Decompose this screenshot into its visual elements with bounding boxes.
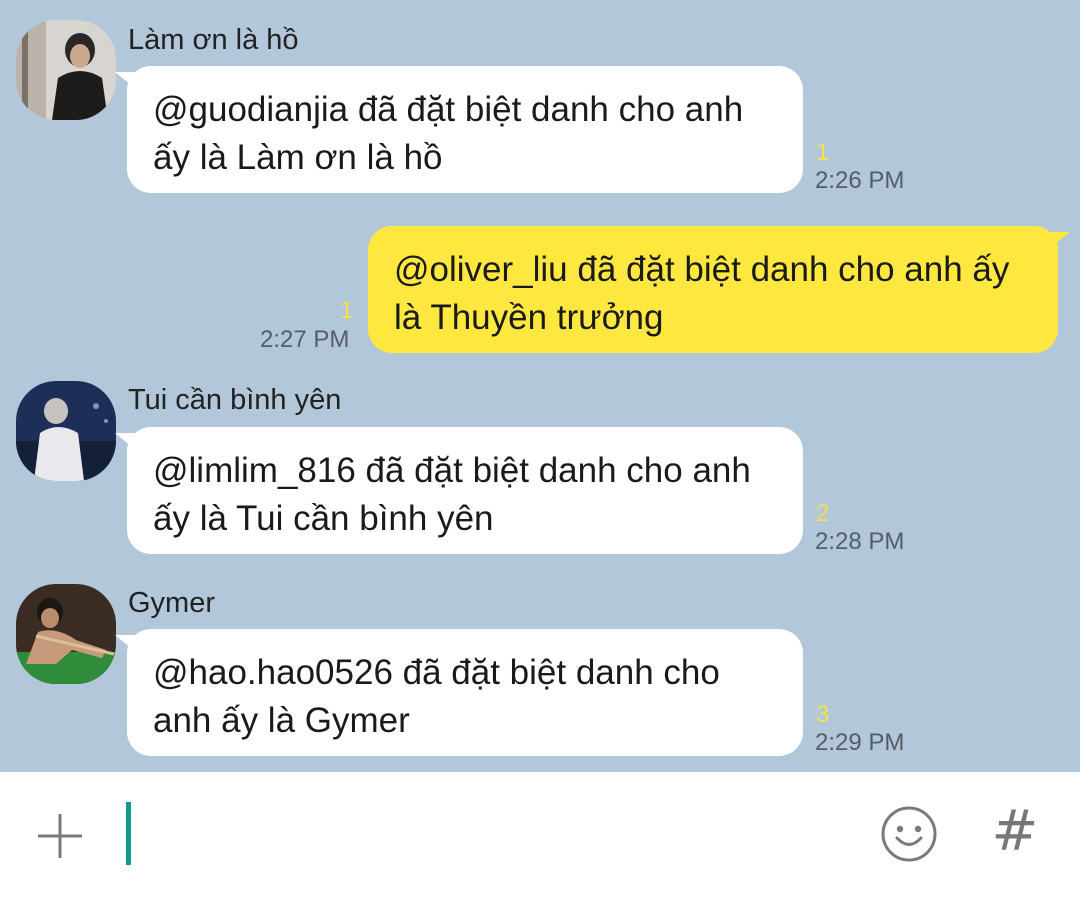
message-time: 2:27 PM bbox=[260, 326, 350, 353]
sender-name: Làm ơn là hồ bbox=[128, 24, 299, 56]
smiley-icon[interactable] bbox=[880, 805, 938, 863]
message-bubble[interactable]: @limlim_816 đã đặt biệt danh cho anh ấy … bbox=[115, 427, 803, 554]
message-bubble[interactable]: @guodianjia đã đặt biệt danh cho anh ấy … bbox=[115, 66, 803, 193]
unread-count: 1 bbox=[816, 139, 830, 166]
avatar[interactable] bbox=[16, 20, 116, 120]
message-time: 2:26 PM bbox=[815, 167, 905, 194]
sender-name: Tui cần bình yên bbox=[128, 384, 342, 416]
avatar[interactable] bbox=[16, 584, 116, 684]
message-input-bar: # bbox=[0, 772, 1080, 898]
sender-name: Gymer bbox=[128, 587, 215, 619]
message-input[interactable] bbox=[134, 800, 838, 868]
message-time: 2:29 PM bbox=[815, 729, 905, 756]
unread-count: 2 bbox=[816, 500, 830, 527]
avatar[interactable] bbox=[16, 381, 116, 481]
chat-area[interactable]: Làm ơn là hồ @guodianjia đã đặt biệt dan… bbox=[0, 0, 1080, 772]
hashtag-button[interactable]: # bbox=[990, 802, 1040, 862]
message-bubble[interactable]: @oliver_liu đã đặt biệt danh cho anh ấy … bbox=[368, 226, 1070, 353]
unread-count: 3 bbox=[816, 701, 830, 728]
message-time: 2:28 PM bbox=[815, 528, 905, 555]
unread-count: 1 bbox=[340, 297, 354, 324]
message-bubble[interactable]: @hao.hao0526 đã đặt biệt danh cho anh ấy… bbox=[115, 629, 803, 756]
text-cursor bbox=[126, 802, 131, 865]
plus-icon[interactable] bbox=[36, 812, 84, 860]
